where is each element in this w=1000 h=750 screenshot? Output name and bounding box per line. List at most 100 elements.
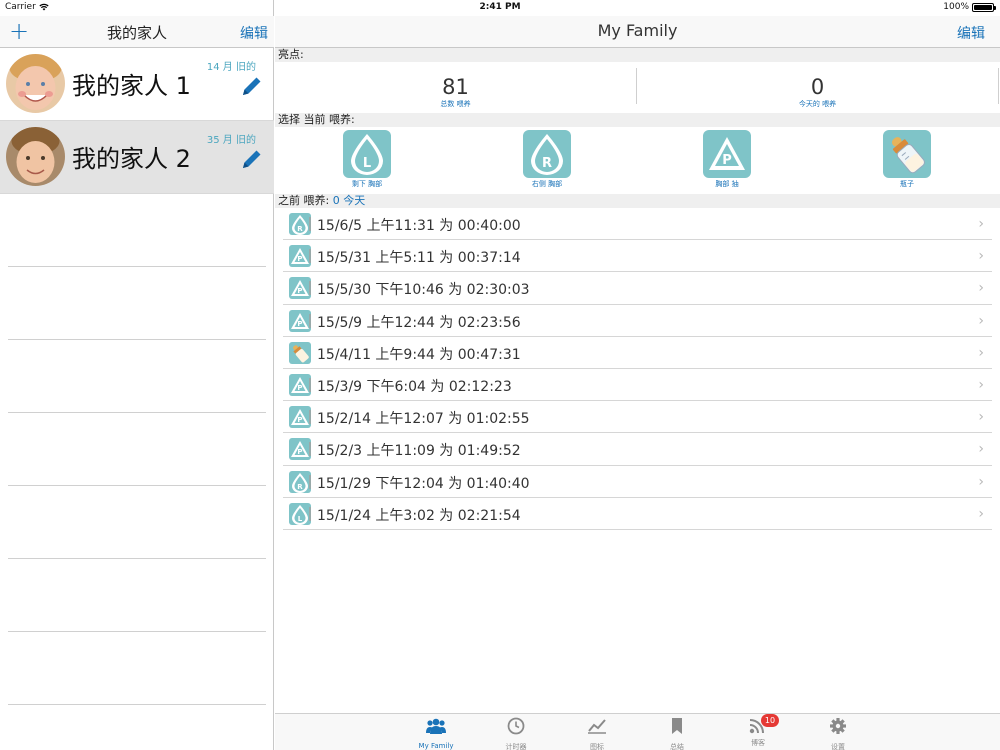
tab-my-family[interactable]: My Family xyxy=(406,717,466,750)
family-detail-panel: My Family 编辑 亮点: 81 总数 喂养 0 今天的 喂养 选择 当前… xyxy=(275,0,1000,750)
person-age: 14 月 旧的 xyxy=(206,62,256,73)
avatar xyxy=(6,54,65,113)
tab-summary[interactable]: 总结 xyxy=(647,717,707,750)
feeding-row[interactable]: P 15/2/3 上午11:09 为 01:49:52 › xyxy=(283,433,992,466)
feeding-text: 15/2/3 上午11:09 为 01:49:52 xyxy=(317,443,521,460)
pump-icon: P xyxy=(289,438,311,461)
feeding-text: 15/1/24 上午3:02 为 02:21:54 xyxy=(317,507,521,524)
stat-divider xyxy=(998,68,999,104)
feeding-row[interactable]: P 15/5/9 上午12:44 为 02:23:56 › xyxy=(283,305,992,337)
left-breast-icon: L xyxy=(289,502,311,525)
feeding-text: 15/3/9 下午6:04 为 02:12:23 xyxy=(317,378,512,395)
feeding-row[interactable]: R 15/1/29 下午12:04 为 01:40:40 › xyxy=(283,466,992,498)
family-list-panel: + 我的家人 编辑 我的家人 1 14 月 旧的 我的家人 2 35 月 旧的 xyxy=(0,0,274,750)
bottle-icon xyxy=(883,130,931,178)
feeding-row[interactable]: P 15/3/9 下午6:04 为 02:12:23 › xyxy=(283,369,992,402)
previous-feedings-header: 之前 喂养: 0 今天 xyxy=(275,194,1000,208)
person-row-1[interactable]: 我的家人 1 14 月 旧的 xyxy=(0,48,274,121)
pump-icon: P xyxy=(289,277,311,300)
svg-text:P: P xyxy=(297,448,302,456)
person-age: 35 月 旧的 xyxy=(206,135,256,146)
feeding-row[interactable]: R 15/6/5 上午11:31 为 00:40:00 › xyxy=(283,208,992,241)
left-nav-title: 我的家人 xyxy=(106,24,167,42)
avatar xyxy=(6,127,65,186)
tab-settings[interactable]: 设置 xyxy=(808,717,868,750)
tab-label: 设置 xyxy=(831,743,845,750)
pump-icon: P xyxy=(703,130,751,178)
feeding-text: 15/6/5 上午11:31 为 00:40:00 xyxy=(317,218,521,234)
svg-text:R: R xyxy=(297,225,303,233)
chevron-right-icon: › xyxy=(978,473,984,490)
stat-value: 0 xyxy=(810,75,825,99)
pump-icon: P xyxy=(289,245,311,268)
status-bar: Carrier 2:41 PM 100% xyxy=(0,0,1000,16)
svg-text:R: R xyxy=(297,483,303,491)
feed-pump-button[interactable]: P 胸部 抽 xyxy=(687,130,767,189)
empty-row-separator xyxy=(8,339,266,340)
battery-icon xyxy=(972,2,996,12)
tab-blog[interactable]: 10 博客 xyxy=(728,714,788,748)
feed-bottle-button[interactable]: 瓶子 xyxy=(867,130,947,189)
feeding-text: 15/2/14 上午12:07 为 01:02:55 xyxy=(317,411,530,428)
feeding-row[interactable]: P 15/2/14 上午12:07 为 01:02:55 › xyxy=(283,401,992,434)
select-feeding-header: 选择 当前 喂养: xyxy=(275,113,1000,127)
feeding-row[interactable]: P 15/5/30 下午10:46 为 02:30:03 › xyxy=(283,272,992,305)
left-edit-button[interactable]: 编辑 xyxy=(240,23,268,43)
tab-label: My Family xyxy=(418,742,454,750)
stat-total: 81 总数 喂养 xyxy=(275,62,636,112)
feed-button-label: 剩下 胸部 xyxy=(351,180,383,188)
right-nav-bar: My Family 编辑 xyxy=(275,16,1000,48)
tab-chart[interactable]: 图标 xyxy=(567,717,627,750)
tab-timer[interactable]: 计时器 xyxy=(486,717,546,750)
feed-left-breast-button[interactable]: L 剩下 胸部 xyxy=(327,130,407,189)
chevron-right-icon: › xyxy=(978,248,984,265)
pencil-icon[interactable] xyxy=(240,74,264,98)
stat-label: 今天的 喂养 xyxy=(798,100,837,108)
person-row-2[interactable]: 我的家人 2 35 月 旧的 xyxy=(0,121,274,194)
chevron-right-icon: › xyxy=(978,441,984,458)
chevron-right-icon: › xyxy=(978,505,984,522)
empty-row-separator xyxy=(8,631,266,632)
pencil-icon[interactable] xyxy=(240,147,264,171)
previous-feedings-label: 之前 喂养: xyxy=(278,194,330,207)
tab-label: 图标 xyxy=(590,743,604,750)
feeding-row[interactable]: L 15/1/24 上午3:02 为 02:21:54 › xyxy=(283,498,992,530)
tab-label: 总结 xyxy=(670,743,684,750)
chevron-right-icon: › xyxy=(978,280,984,297)
empty-row-separator xyxy=(8,704,266,705)
tab-bar: My Family 计时器 图标 总结 10 博客 设置 xyxy=(275,713,1000,750)
right-breast-icon: R xyxy=(289,213,311,235)
empty-row-separator xyxy=(8,266,266,267)
person-name: 我的家人 1 xyxy=(72,72,191,100)
svg-text:P: P xyxy=(297,255,302,263)
tab-label: 计时器 xyxy=(505,743,527,750)
feed-button-label: 右侧 胸部 xyxy=(531,180,563,188)
feed-right-breast-button[interactable]: R 右侧 胸部 xyxy=(507,130,587,189)
pump-icon: P xyxy=(289,406,311,429)
feeding-text: 15/1/29 下午12:04 为 01:40:40 xyxy=(317,475,530,492)
left-nav-bar: + 我的家人 编辑 xyxy=(0,16,274,48)
svg-text:P: P xyxy=(722,153,732,168)
chevron-right-icon: › xyxy=(978,312,984,329)
feeding-text: 15/5/31 上午5:11 为 00:37:14 xyxy=(317,250,521,267)
right-breast-icon: R xyxy=(523,130,571,178)
battery-percent: 100% xyxy=(943,2,969,12)
empty-row-separator xyxy=(8,485,266,486)
feeding-text: 15/4/11 上午9:44 为 00:47:31 xyxy=(317,346,521,363)
highlights-header: 亮点: xyxy=(275,48,1000,62)
timer-icon xyxy=(507,717,525,735)
feeding-row[interactable]: 15/4/11 上午9:44 为 00:47:31 › xyxy=(283,337,992,369)
svg-text:P: P xyxy=(297,320,302,328)
feeding-row[interactable]: P 15/5/31 上午5:11 为 00:37:14 › xyxy=(283,240,992,273)
empty-row-separator xyxy=(8,412,266,413)
right-edit-button[interactable]: 编辑 xyxy=(957,23,985,43)
chart-icon xyxy=(588,719,606,734)
status-right: 100% xyxy=(943,2,996,12)
family-icon xyxy=(426,718,446,734)
bottle-icon xyxy=(289,341,311,364)
right-nav-title: My Family xyxy=(597,21,678,40)
feedings-list: R 15/6/5 上午11:31 为 00:40:00 › P 15/5/31 上午5:… xyxy=(283,208,992,530)
chevron-right-icon: › xyxy=(978,344,984,361)
right-breast-icon: R xyxy=(289,470,311,493)
svg-text:R: R xyxy=(542,156,552,171)
